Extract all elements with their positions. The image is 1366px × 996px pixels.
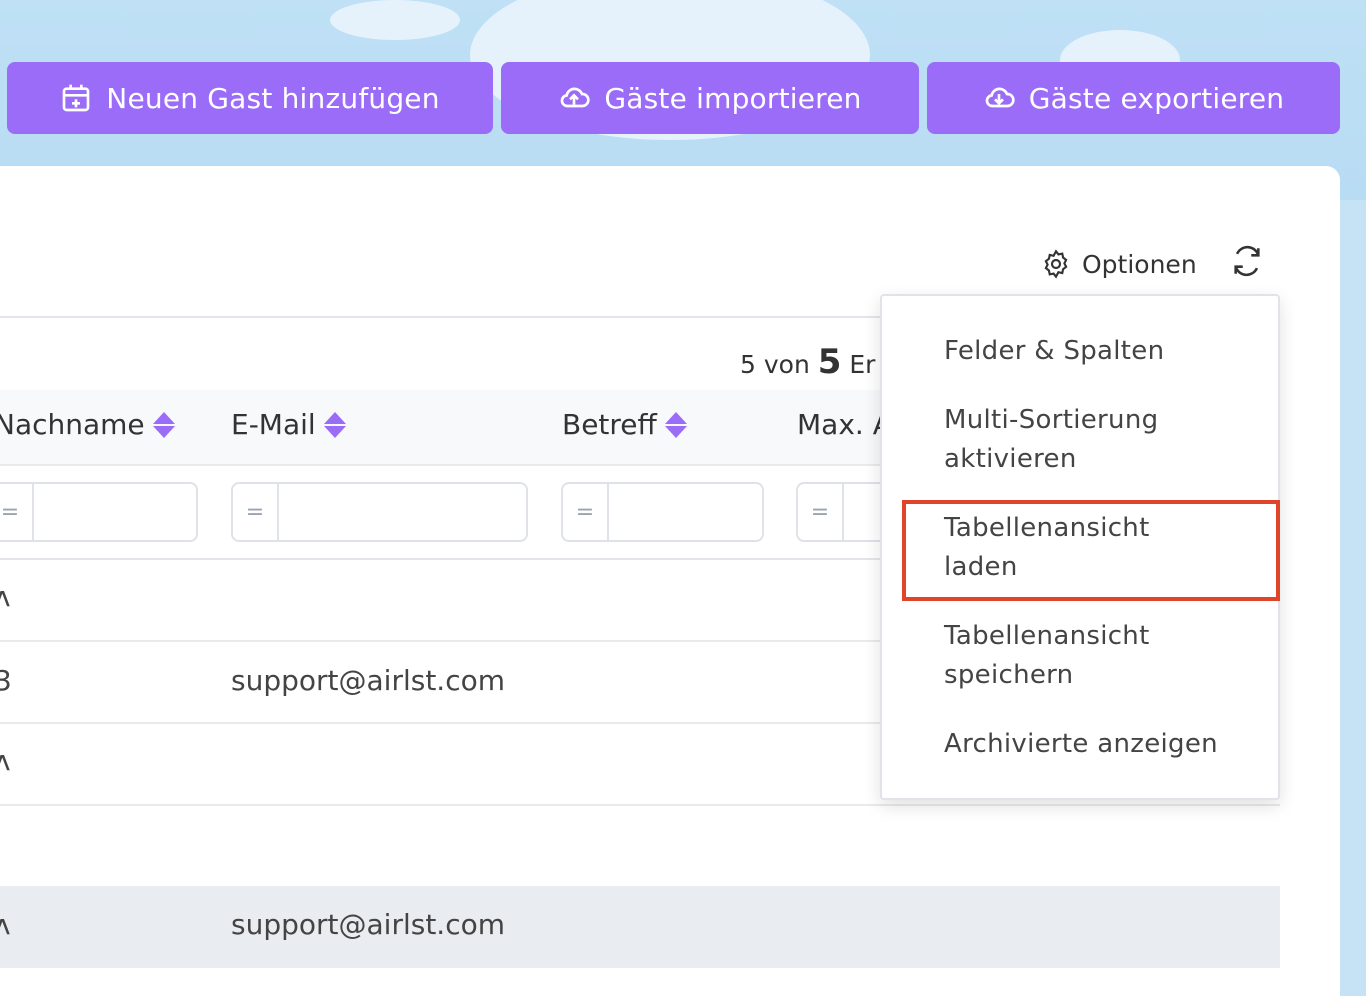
filter-operator[interactable]: = xyxy=(0,484,34,540)
options-label: Optionen xyxy=(1082,249,1197,279)
cloud xyxy=(330,0,460,40)
refresh-icon[interactable] xyxy=(1230,244,1264,278)
menu-item-label: speichern xyxy=(944,660,1074,690)
menu-item-save-table-view[interactable]: Tabellenansicht speichern xyxy=(944,617,1150,695)
email-filter-input[interactable]: = xyxy=(231,482,528,542)
cell-lastname: ʌ xyxy=(0,908,11,941)
menu-item-show-archived[interactable]: Archivierte anzeigen xyxy=(944,725,1218,764)
options-button[interactable]: Optionen xyxy=(1040,244,1197,284)
column-header-max[interactable]: Max. A xyxy=(797,408,892,441)
cell-email: support@airlst.com xyxy=(231,908,505,941)
subject-filter-input[interactable]: = xyxy=(561,482,764,542)
column-label: Max. A xyxy=(797,408,892,441)
column-label: Betreff xyxy=(562,408,657,441)
export-guests-button[interactable]: Gäste exportieren xyxy=(927,62,1340,134)
menu-item-label: Archivierte anzeigen xyxy=(944,729,1218,759)
highlight-annotation-box xyxy=(902,500,1280,601)
column-header-email[interactable]: E-Mail xyxy=(231,408,346,441)
add-guest-label: Neuen Gast hinzufügen xyxy=(106,81,440,115)
cell-lastname: 3 xyxy=(0,664,12,697)
count-number: 5 xyxy=(817,342,842,382)
menu-item-multi-sort[interactable]: Multi-Sortierung aktivieren xyxy=(944,401,1158,479)
column-header-subject[interactable]: Betreff xyxy=(562,408,687,441)
menu-item-label: Felder & Spalten xyxy=(944,336,1165,366)
filter-operator[interactable]: = xyxy=(798,484,844,540)
column-label: Nachname xyxy=(0,408,145,441)
import-guests-button[interactable]: Gäste importieren xyxy=(501,62,919,134)
result-count: 5 von 5 Er xyxy=(740,342,875,382)
menu-item-label: Multi-Sortierung xyxy=(944,405,1159,435)
cell-lastname: ʌ xyxy=(0,744,11,777)
column-label: E-Mail xyxy=(231,408,316,441)
cell-email: support@airlst.com xyxy=(231,664,505,697)
menu-item-label: Tabellenansicht xyxy=(944,621,1150,651)
filter-operator[interactable]: = xyxy=(563,484,609,540)
sort-icon[interactable] xyxy=(152,411,175,438)
calendar-plus-icon xyxy=(62,84,90,112)
cell-lastname: ʌ xyxy=(0,580,11,613)
gear-icon xyxy=(1044,249,1068,279)
menu-item-label: aktivieren xyxy=(944,444,1077,474)
menu-item-fields-columns[interactable]: Felder & Spalten xyxy=(944,332,1164,371)
filter-operator[interactable]: = xyxy=(233,484,279,540)
import-guests-label: Gäste importieren xyxy=(604,81,862,115)
column-header-lastname[interactable]: Nachname xyxy=(0,408,175,441)
count-suffix: Er xyxy=(849,350,876,379)
table-row[interactable]: ʌ support@airlst.com xyxy=(0,886,1280,968)
lastname-filter-input[interactable]: = xyxy=(0,482,198,542)
cloud-upload-icon xyxy=(561,87,591,108)
export-guests-label: Gäste exportieren xyxy=(1028,81,1285,115)
cloud-download-icon xyxy=(985,87,1015,108)
sort-icon[interactable] xyxy=(323,411,346,438)
action-bar: Neuen Gast hinzufügen Gäste importieren … xyxy=(0,62,1366,134)
count-prefix: 5 von xyxy=(740,350,810,379)
sort-icon[interactable] xyxy=(664,411,687,438)
add-guest-button[interactable]: Neuen Gast hinzufügen xyxy=(7,62,493,134)
